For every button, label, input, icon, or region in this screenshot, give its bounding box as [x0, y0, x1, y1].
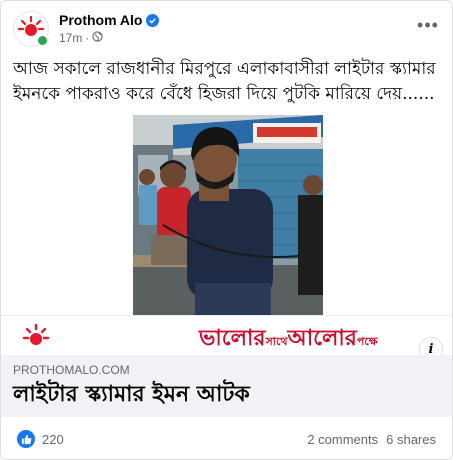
brand-tagline: ভালোরসাথেআলোরপক্ষে — [199, 321, 378, 358]
post-photo — [133, 115, 323, 315]
post-header: Prothom Alo 17m · ••• — [13, 11, 440, 47]
comments-count[interactable]: 2 comments — [307, 432, 378, 447]
meta-separator: · — [85, 31, 90, 45]
link-title: লাইটার স্ক্যামার ইমন আটক — [13, 382, 250, 407]
engagement-stats: 2 comments 6 shares — [307, 432, 436, 447]
more-dots-icon: ••• — [417, 15, 439, 35]
more-options-button[interactable]: ••• — [416, 15, 440, 35]
like-reaction-icon[interactable] — [17, 430, 35, 448]
post-card: Prothom Alo 17m · ••• আজ সকালে রাজধানীর … — [0, 0, 453, 460]
sun-logo-icon — [21, 321, 51, 351]
tagline-small-1: সাথে — [265, 335, 288, 348]
link-preview-image-area[interactable] — [1, 115, 452, 315]
tagline-word-2: আলোর — [287, 326, 357, 351]
verified-badge-icon — [146, 13, 160, 27]
shares-count[interactable]: 6 shares — [386, 432, 436, 447]
online-status-dot — [36, 34, 49, 47]
link-domain: PROTHOMALO.COM — [13, 363, 130, 377]
post-timestamp[interactable]: 17m — [59, 31, 82, 45]
tagline-word-1: ভালোর — [199, 326, 266, 351]
page-avatar[interactable] — [13, 11, 49, 47]
tagline-small-2: পক্ষে — [356, 335, 378, 348]
post-meta: 17m · — [59, 31, 103, 45]
link-preview[interactable]: PROTHOMALO.COM লাইটার স্ক্যামার ইমন আটক — [1, 355, 452, 417]
globe-icon — [92, 31, 103, 45]
reaction-count[interactable]: 220 — [42, 432, 64, 447]
brand-banner[interactable]: ভালোরসাথেআলোরপক্ষে i — [1, 315, 452, 360]
page-name-link[interactable]: Prothom Alo — [59, 12, 142, 28]
page-name-row: Prothom Alo — [59, 12, 160, 28]
post-footer: 220 2 comments 6 shares — [13, 425, 440, 451]
post-caption: আজ সকালে রাজধানীর মিরপুরে এলাকাবাসীরা লা… — [13, 59, 436, 104]
